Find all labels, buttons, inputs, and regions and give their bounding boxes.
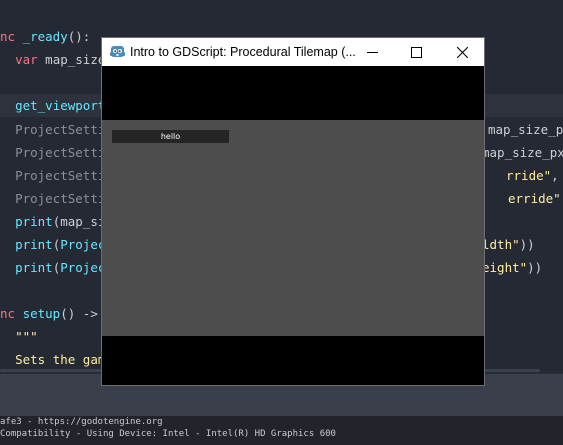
hello-label: hello — [112, 130, 229, 143]
close-icon — [456, 46, 468, 58]
code-token: Sets the gam — [15, 352, 106, 367]
code-token: erride" — [508, 191, 561, 206]
code-token: print — [15, 214, 53, 229]
code-token: rride" — [506, 168, 552, 183]
code-token: eight" — [482, 260, 528, 275]
code-token: _ready — [22, 29, 68, 44]
window-titlebar[interactable]: Intro to GDScript: Procedural Tilemap (.… — [102, 38, 484, 66]
code-token: print — [15, 260, 53, 275]
code-line-tail: ldth")) — [482, 233, 535, 256]
code-token: )) — [519, 237, 535, 252]
code-line-tail: map_size_p — [488, 118, 563, 141]
code-token: var — [15, 52, 46, 67]
code-token: ldth" — [482, 237, 520, 252]
code-token: nc — [0, 306, 23, 321]
godot-icon — [110, 44, 125, 59]
code-token: )) — [527, 260, 543, 275]
code-token: () -> — [60, 306, 106, 321]
code-token: print — [15, 237, 53, 252]
output-line: Compatibility - Using Device: Intel - In… — [0, 429, 336, 439]
code-token: ProjectSetti — [15, 191, 106, 206]
code-token: get_viewport — [15, 98, 106, 113]
maximize-button[interactable] — [394, 38, 438, 66]
code-line-tail: erride", map_ — [508, 187, 563, 210]
minimize-icon — [366, 51, 378, 53]
maximize-icon — [410, 46, 422, 58]
code-token: setup — [22, 306, 61, 321]
output-panel: afe3 - https://godotengine.org Compatibi… — [0, 416, 563, 445]
code-token: nc — [0, 29, 23, 44]
code-token: ProjectSetti — [15, 145, 106, 160]
code-line-tail: rride", map_ — [506, 164, 563, 187]
code-token: (): — [67, 29, 91, 44]
close-button[interactable] — [440, 38, 484, 66]
code-token: map_size_px — [482, 145, 563, 160]
code-token: map_size — [45, 52, 106, 67]
code-token: , map_ — [551, 168, 559, 183]
game-window[interactable]: Intro to GDScript: Procedural Tilemap (.… — [101, 37, 485, 386]
code-token: map_size_p — [488, 122, 563, 137]
output-line: afe3 - https://godotengine.org — [0, 417, 163, 427]
code-token: ProjectSetti — [15, 122, 106, 137]
code-line-tail: eight")) — [482, 256, 542, 279]
game-viewport[interactable]: hello — [102, 120, 484, 336]
minimize-button[interactable] — [350, 38, 394, 66]
code-token: ProjectSetti — [15, 168, 106, 183]
window-title: Intro to GDScript: Procedural Tilemap (.… — [130, 45, 356, 59]
code-token: """ — [15, 329, 38, 344]
code-line-tail: map_size_px — [482, 141, 563, 164]
